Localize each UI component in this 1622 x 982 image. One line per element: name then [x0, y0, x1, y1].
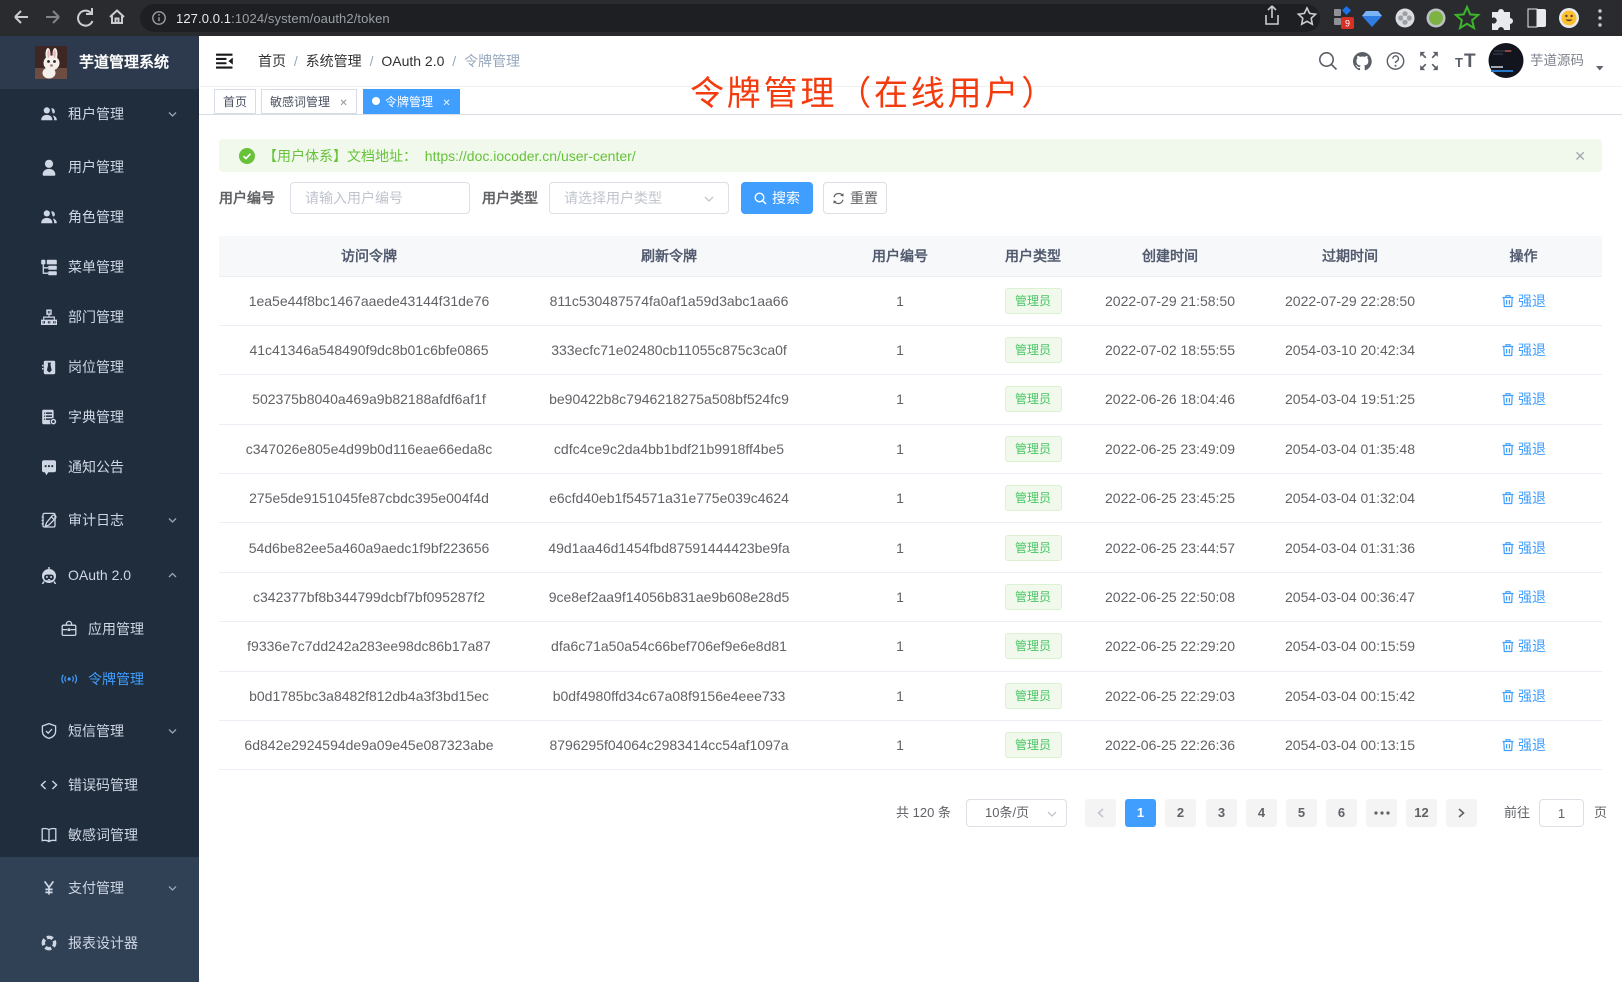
svg-text:T: T: [1464, 51, 1476, 72]
svg-text:9: 9: [1345, 19, 1350, 29]
svg-text:T: T: [1455, 55, 1463, 70]
